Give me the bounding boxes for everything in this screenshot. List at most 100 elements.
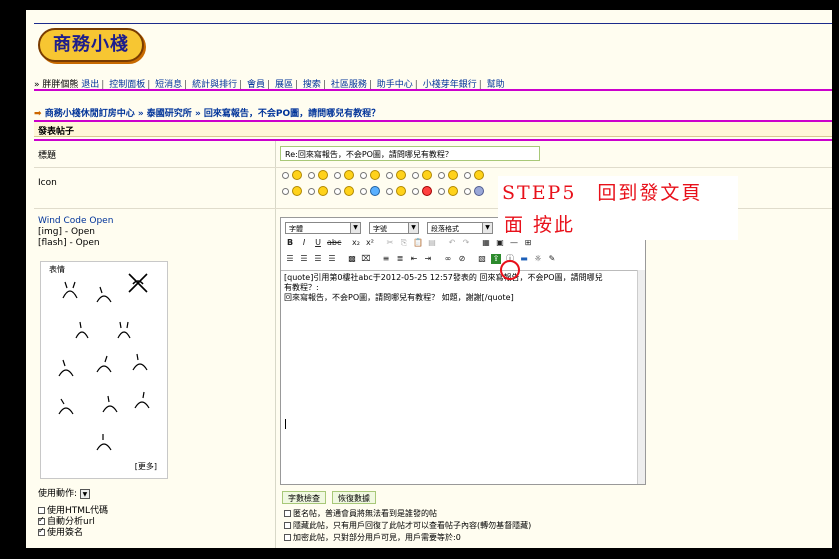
icon-radio[interactable]	[282, 172, 289, 179]
align-justify-icon[interactable]: ☰	[327, 254, 337, 264]
icon-radio[interactable]	[334, 172, 341, 179]
redo-icon[interactable]: ↷	[461, 238, 471, 248]
smiley-icon	[448, 170, 458, 180]
size-select[interactable]: 字號 ▼	[369, 222, 419, 234]
paste-icon[interactable]: 📋	[413, 238, 423, 248]
icon-radio[interactable]	[386, 188, 393, 195]
action-select[interactable]: ▼	[79, 488, 90, 499]
editor-content-area[interactable]: [quote]引用第0樓社abc于2012-05-25 12:57發表的 回來寫…	[281, 270, 645, 484]
icon-radio[interactable]	[308, 188, 315, 195]
hidden-checkbox[interactable]	[284, 522, 291, 529]
flash-icon[interactable]: ☼	[533, 254, 543, 264]
breadcrumb-item-thread[interactable]: 回來寫報告，不会PO圖，請問哪兒有教程？	[204, 109, 380, 119]
breadcrumb: ➡ 商務小棧休閒訂房中心 » 泰國研究所 » 回來寫報告，不会PO圖，請問哪兒有…	[34, 109, 381, 119]
icon-radio[interactable]	[308, 172, 315, 179]
bunny-smiley-icon[interactable]	[93, 432, 115, 454]
edit-icon[interactable]: ✎	[547, 254, 557, 264]
anonymous-checkbox[interactable]	[284, 510, 291, 517]
icon-radio[interactable]	[360, 172, 367, 179]
chevron-down-icon: ▼	[482, 223, 492, 233]
smiley-icon	[448, 186, 458, 196]
option-url-checkbox[interactable]	[38, 515, 45, 525]
cut-icon[interactable]: ✂	[385, 238, 395, 248]
undo-icon[interactable]: ↶	[447, 238, 457, 248]
outdent-icon[interactable]: ⇤	[409, 254, 419, 264]
icon-radio[interactable]	[360, 188, 367, 195]
icon-radio[interactable]	[438, 188, 445, 195]
breadcrumb-arrow-icon: ➡	[34, 109, 42, 119]
subscript-icon[interactable]: x₂	[351, 238, 361, 248]
icon-radio[interactable]	[438, 172, 445, 179]
link-icon[interactable]: ∞	[443, 254, 453, 264]
indent-icon[interactable]: ⇥	[423, 254, 433, 264]
more-smilies-link[interactable]: [更多]	[135, 461, 157, 472]
font-select[interactable]: 字體 ▼	[285, 222, 361, 234]
align-right-icon[interactable]: ☰	[313, 254, 323, 264]
editor-content-line: 回來寫報告，不会PO圖，請問哪兒有教程？ 如題，謝謝[/quote]	[284, 293, 514, 302]
icon-radio[interactable]	[412, 188, 419, 195]
bunny-smiley-icon[interactable]	[59, 280, 81, 302]
underline-icon[interactable]: U	[313, 238, 323, 248]
bunny-smiley-icon[interactable]	[55, 396, 77, 418]
word-count-button[interactable]: 字數檢查	[282, 491, 326, 504]
smiley-icon	[292, 186, 302, 196]
unordered-list-icon[interactable]: ≣	[395, 254, 405, 264]
align-center-icon[interactable]: ☰	[299, 254, 309, 264]
wind-code-title[interactable]: Wind Code Open	[38, 216, 113, 227]
restore-data-button[interactable]: 恢復數據	[332, 491, 376, 504]
bold-icon[interactable]: B	[285, 238, 295, 248]
icon-radio[interactable]	[412, 172, 419, 179]
editor-toolbar-row1: B I U abc x₂ x² ✂ ⎘ 📋 ▤ ↶ ↷ ▦ ▣ — ⊞	[281, 238, 645, 254]
media-icon[interactable]: ▬	[519, 254, 529, 264]
bunny-smiley-icon[interactable]	[131, 390, 153, 412]
bunny-smiley-icon[interactable]	[93, 284, 115, 306]
question-icon	[370, 186, 380, 196]
post-header: 發表帖子	[34, 122, 832, 137]
format-select[interactable]: 段落格式 ▼	[427, 222, 493, 234]
chevron-down-icon: ▼	[350, 223, 360, 233]
superscript-icon[interactable]: x²	[365, 238, 375, 248]
bunny-smiley-icon[interactable]	[71, 320, 93, 342]
breadcrumb-item-home[interactable]: 商務小棧休閒訂房中心	[45, 109, 135, 119]
option-html-checkbox[interactable]	[38, 507, 45, 514]
paste-text-icon[interactable]: ▤	[427, 238, 437, 248]
align-left-icon[interactable]: ☰	[285, 254, 295, 264]
encrypt-option[interactable]: 加密此帖，只對部分用戶可見，用戶需要等於:0	[284, 532, 461, 543]
anonymous-option[interactable]: 匿名帖，普通會員將無法看到是誰發的帖	[284, 508, 437, 519]
smiley-icon	[370, 170, 380, 180]
remove-format-icon[interactable]: ⌧	[361, 254, 371, 264]
italic-icon[interactable]: I	[299, 238, 309, 248]
icon-radio[interactable]	[464, 172, 471, 179]
bunny-smiley-icon[interactable]	[93, 354, 115, 376]
action-label: 使用動作:	[38, 489, 78, 499]
bunny-smiley-icon[interactable]	[129, 352, 151, 374]
bunny-smiley-icon[interactable]	[113, 320, 135, 342]
bunny-smiley-icon[interactable]	[55, 358, 77, 380]
editor-scrollbar[interactable]	[637, 270, 645, 484]
title-input[interactable]: Re:回來寫報告，不会PO圖，請問哪兒有教程？	[280, 146, 540, 161]
step-annotation-line1: STEP5 回到發文頁	[502, 182, 703, 204]
icon-radio[interactable]	[386, 172, 393, 179]
hidden-option[interactable]: 隱藏此帖，只有用戶回復了此帖才可以查看帖子內容(轉勿基督隱藏)	[284, 520, 531, 531]
option-signature-checkbox[interactable]	[38, 526, 45, 536]
color-icon[interactable]: ▦	[481, 238, 491, 248]
strikethrough-icon[interactable]: abc	[327, 238, 341, 248]
unlink-icon[interactable]: ⊘	[457, 254, 467, 264]
image-icon[interactable]: ▧	[477, 254, 487, 264]
icon-radio[interactable]	[282, 188, 289, 195]
copy-icon[interactable]: ⎘	[399, 238, 409, 248]
insert-attachment-icon[interactable]: ⇪	[491, 254, 501, 264]
icon-radio[interactable]	[464, 188, 471, 195]
site-logo[interactable]: 商務小棧	[38, 28, 144, 62]
format-icon[interactable]: ▩	[347, 254, 357, 264]
icon-radio[interactable]	[334, 188, 341, 195]
bunny-smiley-icon[interactable]	[99, 394, 121, 416]
smiley-icon	[474, 170, 484, 180]
smiley-icon	[318, 170, 328, 180]
bunny-smiley-icon[interactable]	[127, 272, 149, 294]
smiley-icon	[292, 170, 302, 180]
breadcrumb-item-forum[interactable]: 泰國研究所	[147, 109, 192, 119]
encrypt-checkbox[interactable]	[284, 534, 291, 541]
option-signature[interactable]: 使用簽名	[38, 525, 83, 538]
ordered-list-icon[interactable]: ≡	[381, 254, 391, 264]
